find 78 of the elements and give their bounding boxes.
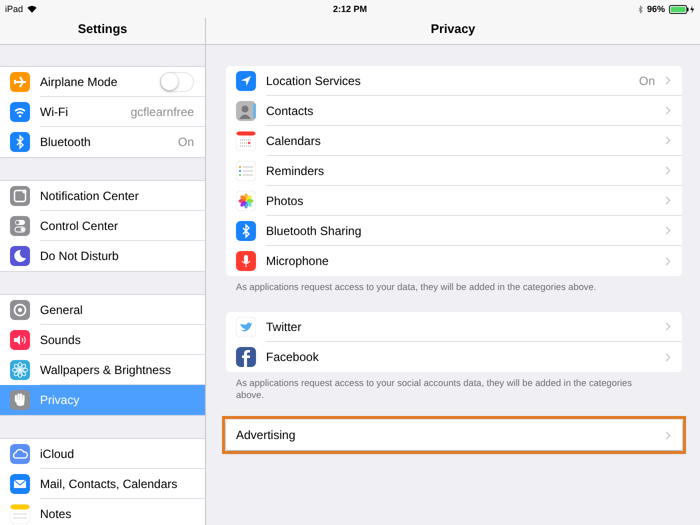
item-label: Do Not Disturb xyxy=(40,249,119,263)
item-label: General xyxy=(40,302,83,316)
item-label: Wallpapers & Brightness xyxy=(40,362,171,376)
chevron-icon xyxy=(665,196,671,205)
switches-icon xyxy=(10,216,30,236)
bird-icon xyxy=(236,317,256,337)
item-label: Contacts xyxy=(266,104,314,118)
cloud-icon xyxy=(10,444,30,464)
permission-row[interactable]: Photos xyxy=(226,186,682,216)
contacts-icon xyxy=(236,101,256,121)
device-name: iPad xyxy=(5,4,24,14)
section-footer: As applications request access to your social accounts data, they will be added in the categories above. xyxy=(236,377,652,401)
facebook-icon xyxy=(236,347,256,367)
permission-row[interactable]: Location Services On xyxy=(226,66,682,96)
section-footer: As applications request access to your data, they will be added in the categories above. xyxy=(236,281,652,293)
microphone-icon xyxy=(236,251,256,271)
flower-icon xyxy=(236,191,256,211)
bluetooth-icon xyxy=(10,132,30,152)
airplane-icon xyxy=(10,72,30,92)
permission-row[interactable]: Facebook xyxy=(226,342,682,372)
moon-icon xyxy=(10,246,30,266)
battery-percentage: 96% xyxy=(646,4,665,14)
list-icon xyxy=(236,161,256,181)
item-label: Microphone xyxy=(266,254,330,268)
notification-icon xyxy=(10,186,30,206)
chevron-icon xyxy=(665,76,671,85)
item-label: Facebook xyxy=(266,350,320,364)
item-label: Notes xyxy=(40,507,72,521)
item-label: Mail, Contacts, Calendars xyxy=(40,476,178,490)
item-label: Sounds xyxy=(40,332,81,346)
item-label: Airplane Mode xyxy=(40,74,118,88)
bluetooth-icon xyxy=(236,221,256,241)
item-label: Calendars xyxy=(266,134,322,148)
hand-icon xyxy=(10,390,30,410)
chevron-icon xyxy=(665,226,671,235)
chevron-icon xyxy=(665,106,671,115)
permission-row[interactable]: Twitter xyxy=(226,312,682,342)
item-label: Reminders xyxy=(266,164,326,178)
item-label: Notification Center xyxy=(40,188,139,202)
permission-row[interactable]: Bluetooth Sharing xyxy=(226,216,682,246)
permission-row[interactable]: Reminders xyxy=(226,156,682,186)
battery-charging-icon xyxy=(669,4,695,14)
item-label: Control Center xyxy=(40,218,118,232)
chevron-icon xyxy=(665,352,671,362)
notepad-icon xyxy=(10,504,30,524)
wifi-icon xyxy=(10,102,30,122)
sidebar-title: Settings xyxy=(78,22,128,36)
item-value: On xyxy=(178,135,194,149)
calendar-icon xyxy=(236,131,256,151)
item-value: gcflearnfree xyxy=(130,104,194,118)
settings-icon xyxy=(10,300,30,320)
toggle-switch[interactable] xyxy=(160,72,194,92)
envelope-icon xyxy=(10,474,30,494)
permission-row[interactable]: Contacts xyxy=(226,96,682,126)
item-label: Privacy xyxy=(40,393,80,407)
item-value: On xyxy=(638,74,655,88)
bluetooth-icon xyxy=(638,4,643,14)
item-label: Wi-Fi xyxy=(40,104,68,118)
wifi-signal-icon xyxy=(27,5,38,13)
chevron-icon xyxy=(665,136,671,145)
item-label: iCloud xyxy=(40,446,74,460)
chevron-icon xyxy=(665,430,671,440)
item-label: Bluetooth xyxy=(40,135,91,149)
speaker-icon xyxy=(10,330,30,350)
clock-time: 2:12 PM xyxy=(333,4,367,14)
chevron-icon xyxy=(665,166,671,175)
permission-row[interactable]: Calendars xyxy=(226,126,682,156)
page-title: Privacy xyxy=(430,22,476,36)
item-label: Location Services xyxy=(266,74,362,88)
permission-row[interactable]: Advertising xyxy=(226,420,682,450)
flower-icon xyxy=(10,360,30,380)
item-label: Bluetooth Sharing xyxy=(266,224,362,238)
permission-row[interactable]: Microphone xyxy=(226,246,682,276)
item-label: Photos xyxy=(266,194,304,208)
chevron-icon xyxy=(665,322,671,331)
item-label: Twitter xyxy=(266,320,302,334)
chevron-icon xyxy=(665,256,671,266)
item-label: Advertising xyxy=(236,428,296,442)
